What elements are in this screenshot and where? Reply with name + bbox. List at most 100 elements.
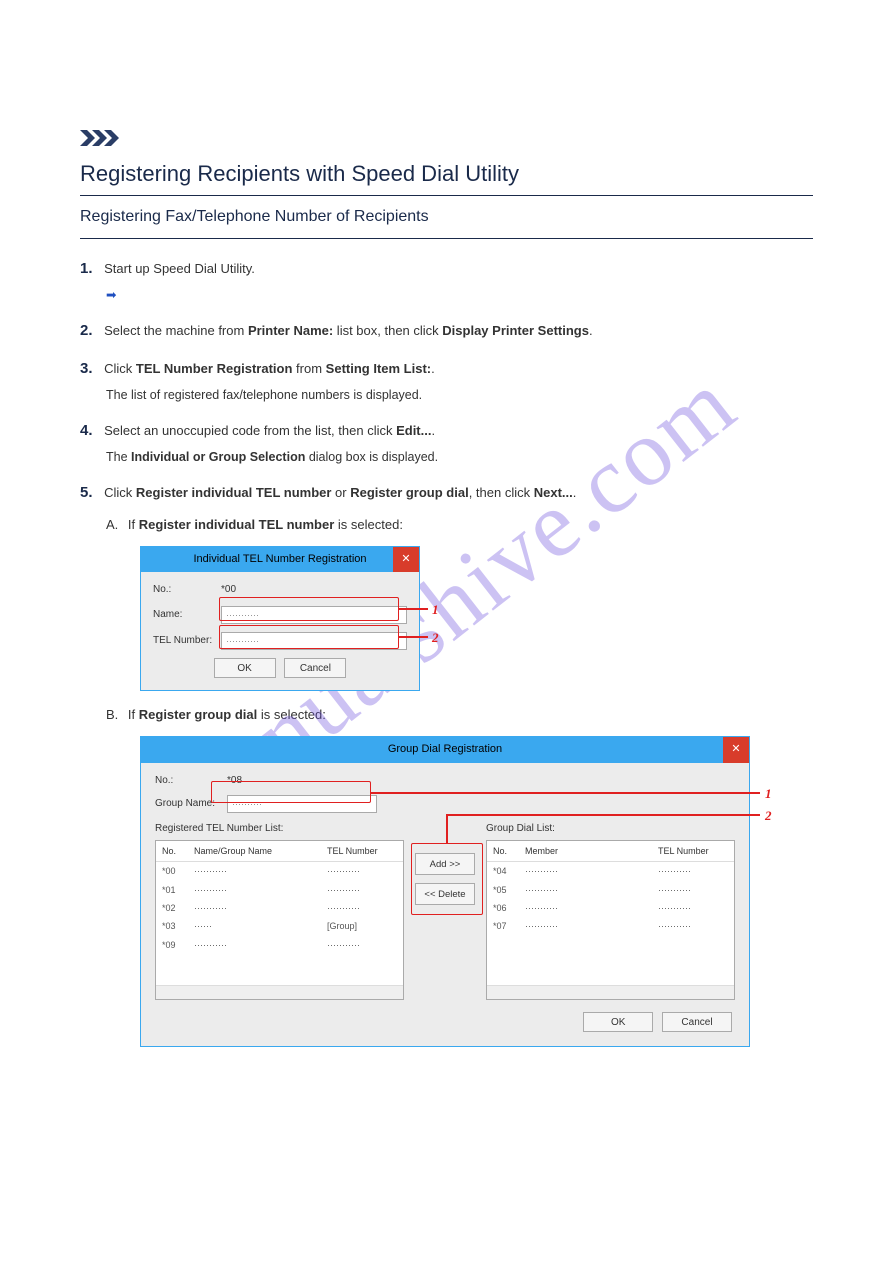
scrollbar[interactable] <box>156 985 403 999</box>
close-icon[interactable]: ✕ <box>393 547 419 573</box>
bold-text: Setting Item List: <box>326 361 431 376</box>
cell-tel: ··········· <box>327 938 397 952</box>
tel-label: TEL Number: <box>153 633 221 649</box>
step-4: 4. Select an unoccupied code from the li… <box>80 419 813 467</box>
page-content: Registering Recipients with Speed Dial U… <box>0 0 893 1101</box>
group-dial-list[interactable]: No. Member TEL Number *04 ··········· ··… <box>486 840 735 1000</box>
step-1-link: ➡ <box>106 285 813 305</box>
group-name-input[interactable]: ·········· <box>227 795 377 813</box>
fragment: from <box>292 361 325 376</box>
scrollbar[interactable] <box>487 985 734 999</box>
step-list: 1. Start up Speed Dial Utility. ➡ 2. Sel… <box>80 257 813 1047</box>
cell-name: ··········· <box>194 938 327 952</box>
cell-tel: ··········· <box>327 883 397 897</box>
cell-name: ··········· <box>525 883 658 897</box>
name-label: Name: <box>153 607 221 623</box>
page-title: Registering Recipients with Speed Dial U… <box>80 161 813 187</box>
step-5: 5. Click Register individual TEL number … <box>80 481 813 1047</box>
list-item[interactable]: *00 ··········· ··········· <box>156 862 403 880</box>
cell-name: ··········· <box>525 864 658 878</box>
dialog-title: Group Dial Registration <box>388 743 502 755</box>
cell-tel: ··········· <box>658 883 728 897</box>
fragment: , then click <box>469 485 534 500</box>
step-number: 2. <box>80 319 93 343</box>
col-tel: TEL Number <box>658 844 728 858</box>
ok-button[interactable]: OK <box>214 658 276 678</box>
col-no: No. <box>162 844 194 858</box>
cell-no: *05 <box>493 883 525 897</box>
cancel-button[interactable]: Cancel <box>662 1012 732 1032</box>
add-button[interactable]: Add >> <box>415 853 475 875</box>
cell-no: *06 <box>493 901 525 915</box>
cell-no: *03 <box>162 919 194 933</box>
fragment: . <box>431 423 435 438</box>
step-text: Select an unoccupied code from the list,… <box>104 423 435 438</box>
left-list-title: Registered TEL Number List: <box>155 821 404 837</box>
list-item[interactable]: *09 ··········· ··········· <box>156 936 403 954</box>
cell-no: *09 <box>162 938 194 952</box>
bold-text: Register individual TEL number <box>136 485 332 500</box>
dialog-body: No.: *00 Name: ··········· TEL Number: ·… <box>141 572 419 690</box>
close-icon[interactable]: ✕ <box>723 737 749 763</box>
dialog-titlebar: Group Dial Registration ✕ <box>141 737 749 763</box>
cell-no: *00 <box>162 864 194 878</box>
col-no: No. <box>493 844 525 858</box>
step-3-note: The list of registered fax/telephone num… <box>106 385 813 405</box>
fragment: list box, then click <box>333 323 442 338</box>
step-text: Select the machine from Printer Name: li… <box>104 323 592 338</box>
step-1: 1. Start up Speed Dial Utility. ➡ <box>80 257 813 305</box>
list-item[interactable]: *06 ··········· ··········· <box>487 899 734 917</box>
cell-no: *04 <box>493 864 525 878</box>
right-list-title: Group Dial List: <box>486 821 735 837</box>
group-name-label: Group Name: <box>155 796 227 812</box>
cancel-button[interactable]: Cancel <box>284 658 346 678</box>
col-name: Name/Group Name <box>194 844 327 858</box>
cell-tel: ··········· <box>658 864 728 878</box>
tel-input[interactable]: ··········· <box>221 632 407 650</box>
step-number: 4. <box>80 419 93 443</box>
no-value: *00 <box>221 582 236 598</box>
page-subtitle: Registering Fax/Telephone Number of Reci… <box>80 195 813 239</box>
dialog-button-row: OK Cancel <box>153 658 407 678</box>
name-input[interactable]: ··········· <box>221 606 407 624</box>
right-list-wrap: Group Dial List: No. Member TEL Number *… <box>486 821 735 1000</box>
step-number: 3. <box>80 357 93 381</box>
cell-name: ··········· <box>194 864 327 878</box>
group-dial-dialog: Group Dial Registration ✕ No.: *08 Group… <box>140 736 750 1047</box>
list-item[interactable]: *05 ··········· ··········· <box>487 881 734 899</box>
step-number: 5. <box>80 481 93 505</box>
cell-name: ··········· <box>525 901 658 915</box>
lists-row: Registered TEL Number List: No. Name/Gro… <box>155 821 735 1000</box>
cell-tel: ··········· <box>327 901 397 915</box>
ok-button[interactable]: OK <box>583 1012 653 1032</box>
bold-text: Display Printer Settings <box>442 323 589 338</box>
cell-tel: ··········· <box>327 864 397 878</box>
sub-b-label: B. <box>106 705 118 726</box>
dialog-body: No.: *08 Group Name: ·········· Register… <box>141 763 749 1046</box>
fragment: . <box>573 485 577 500</box>
delete-button[interactable]: << Delete <box>415 883 475 905</box>
sub-b-text: If Register group dial is selected: <box>128 707 326 722</box>
bold-text: Register group dial <box>350 485 468 500</box>
list-item[interactable]: *04 ··········· ··········· <box>487 862 734 880</box>
bold-text: Edit... <box>396 423 431 438</box>
cell-name: ··········· <box>194 901 327 915</box>
cell-tel: ··········· <box>658 901 728 915</box>
callout-line-1 <box>370 792 760 794</box>
list-item[interactable]: *01 ··········· ··········· <box>156 881 403 899</box>
callout-1: 1 <box>432 600 439 621</box>
no-row: No.: *00 <box>153 582 407 598</box>
figure-group-dialog: Group Dial Registration ✕ No.: *08 Group… <box>140 736 813 1047</box>
list-item[interactable]: *03 ······ [Group] <box>156 917 403 935</box>
step-3: 3. Click TEL Number Registration from Se… <box>80 357 813 405</box>
dialog-button-row: OK Cancel <box>155 1012 735 1032</box>
list-header: No. Name/Group Name TEL Number <box>156 841 403 862</box>
step-4-note: The Individual or Group Selection dialog… <box>106 447 813 467</box>
callout-2: 2 <box>765 806 772 827</box>
list-item[interactable]: *02 ··········· ··········· <box>156 899 403 917</box>
sub-b: B. If Register group dial is selected: <box>106 705 813 726</box>
registered-list[interactable]: No. Name/Group Name TEL Number *00 ·····… <box>155 840 404 1000</box>
cell-name: ······ <box>194 919 327 933</box>
list-item[interactable]: *07 ··········· ··········· <box>487 917 734 935</box>
dialog-title: Individual TEL Number Registration <box>193 553 366 565</box>
